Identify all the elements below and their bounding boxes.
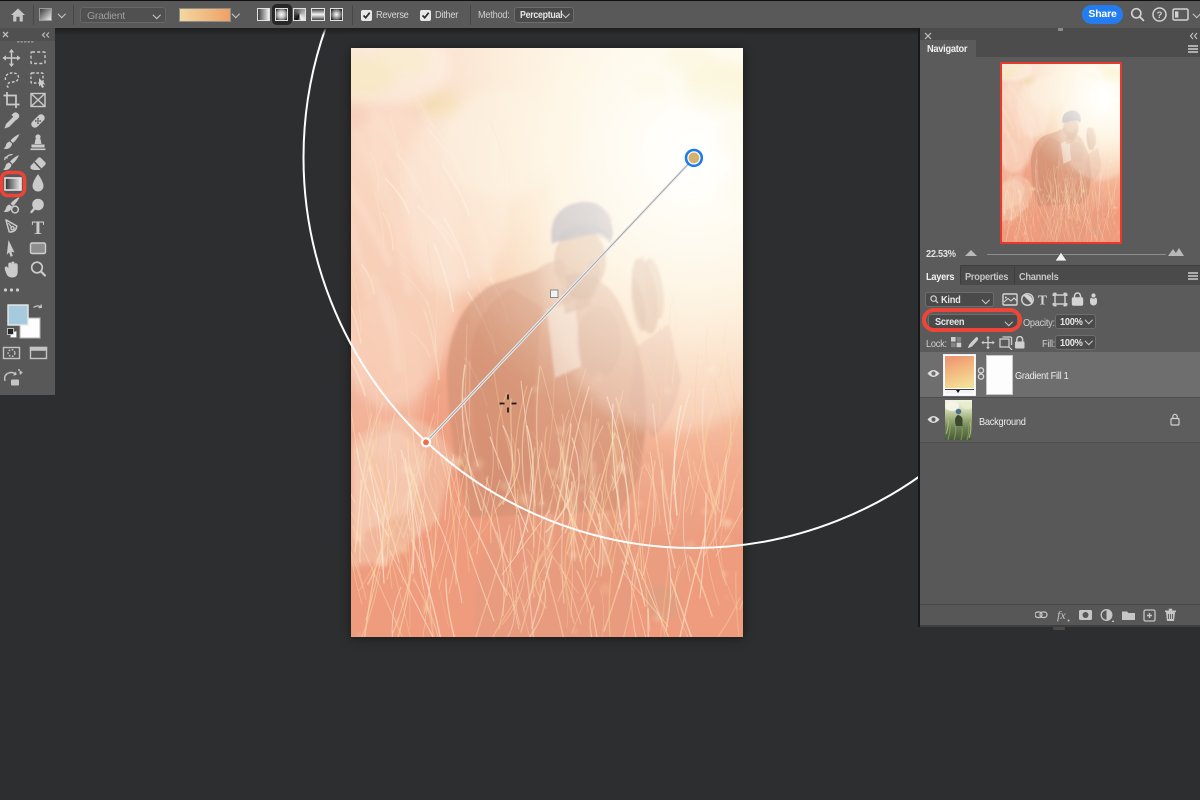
svg-text:fx: fx	[1057, 608, 1066, 622]
svg-text:?: ?	[1157, 10, 1163, 21]
svg-text:T: T	[32, 218, 45, 239]
svg-text:T: T	[1038, 293, 1047, 308]
